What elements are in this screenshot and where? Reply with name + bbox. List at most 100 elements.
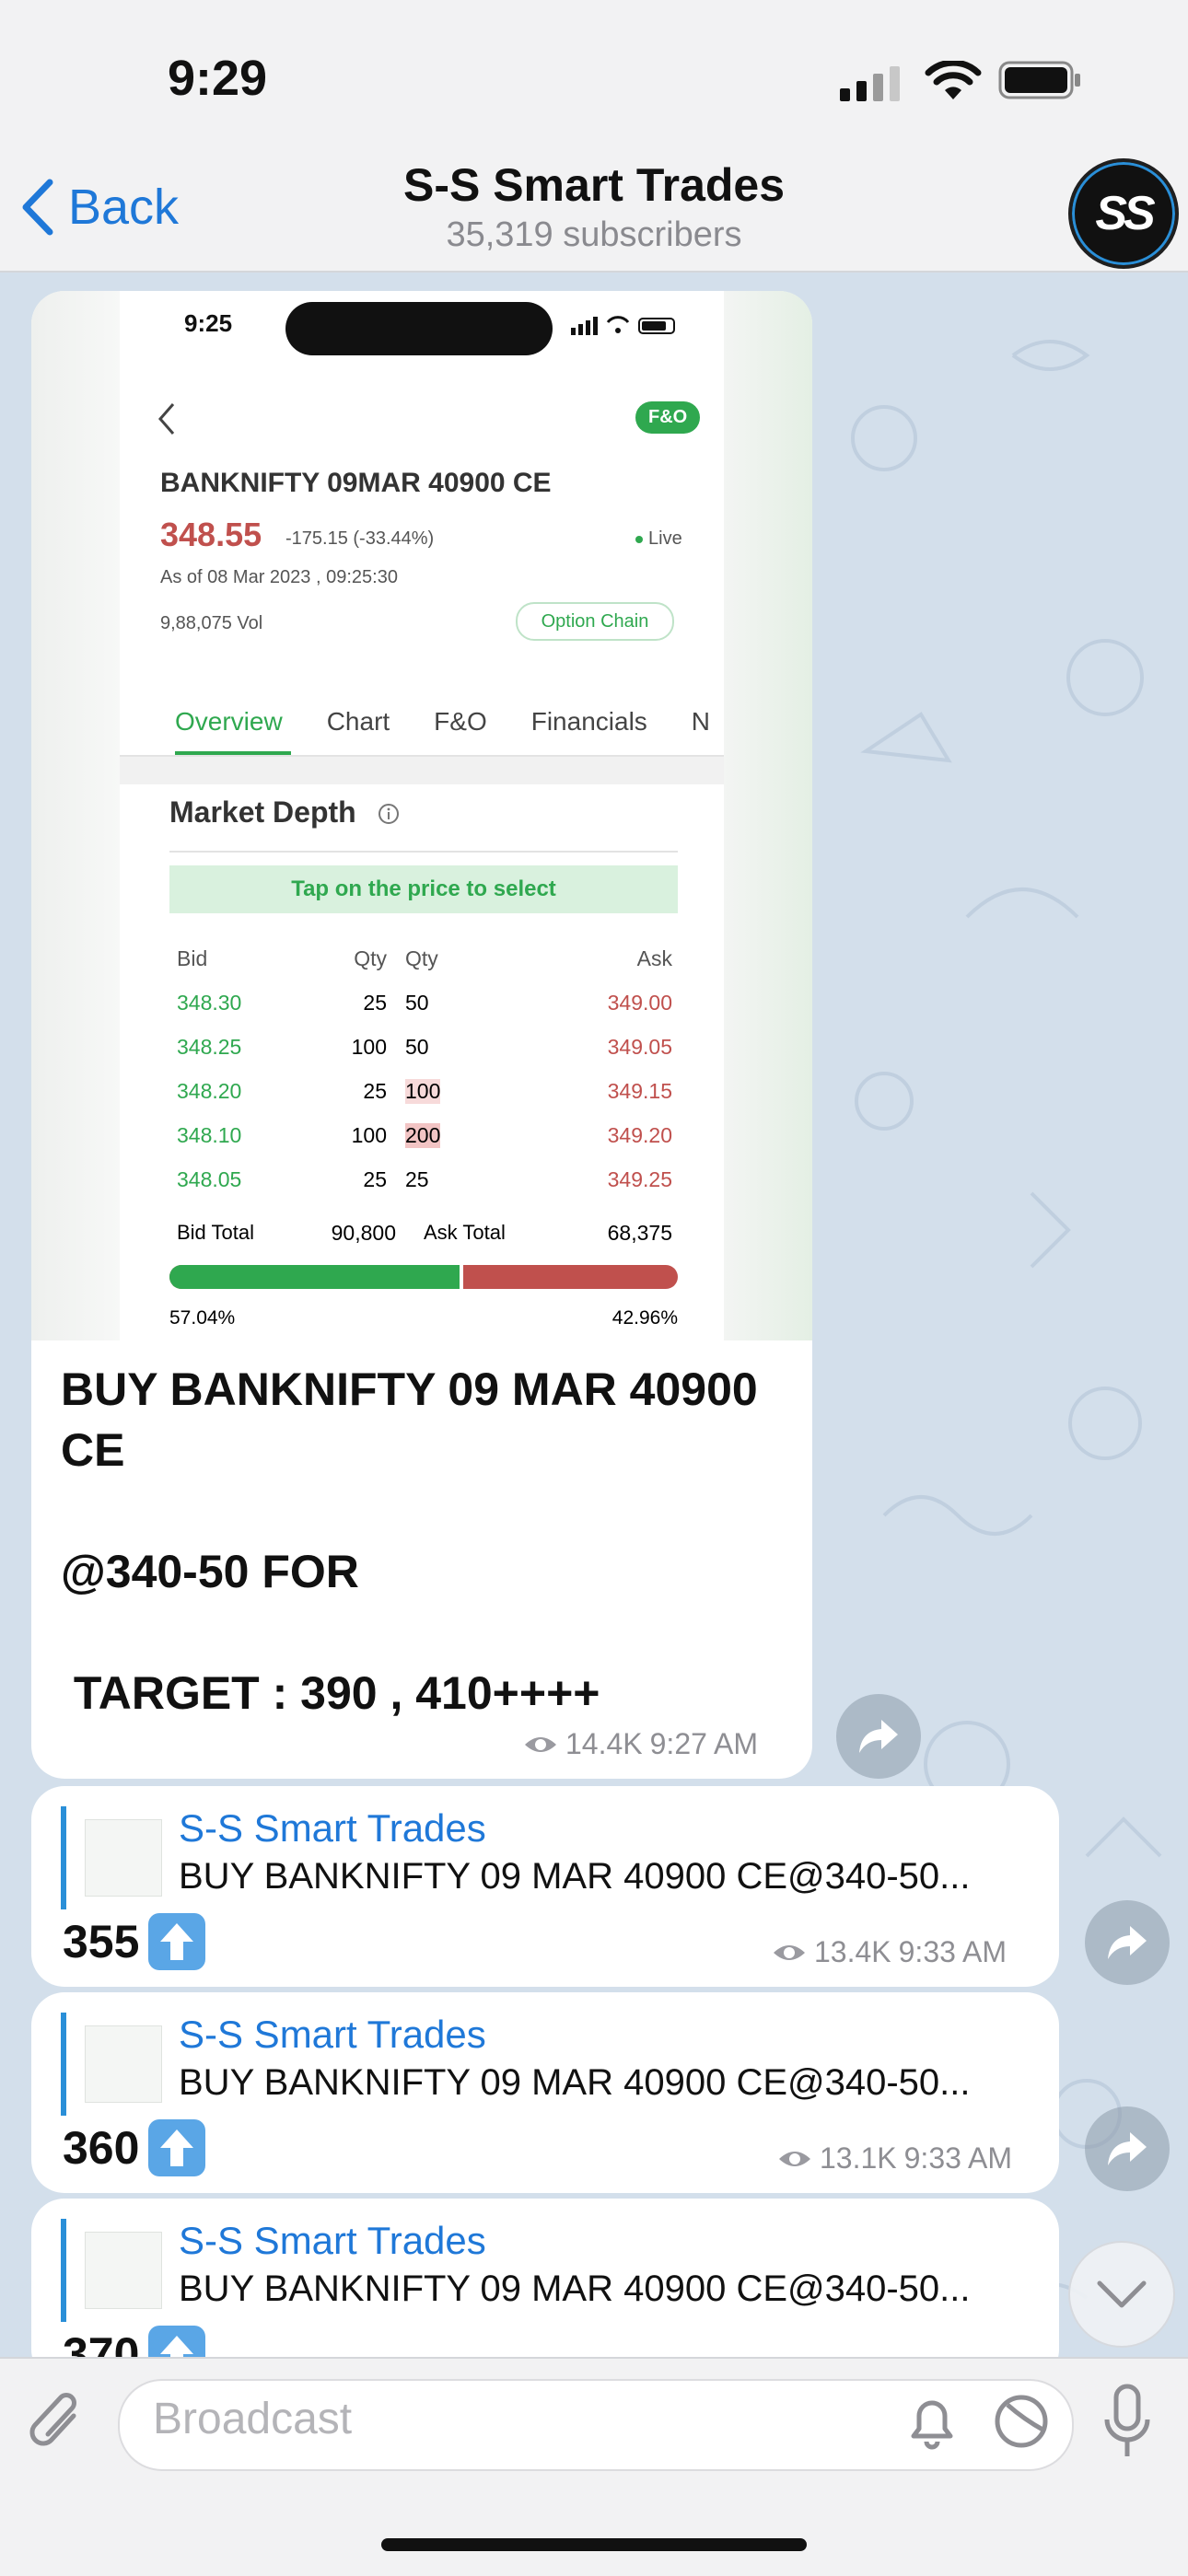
forward-icon xyxy=(1108,2132,1147,2165)
depth-header-bid: Bid xyxy=(177,946,208,970)
depth-ask: 349.05 xyxy=(607,1035,672,1059)
bid-percent: 57.04% xyxy=(169,1307,236,1329)
depth-ratio-bid-fill xyxy=(169,1265,463,1289)
shot-tab-fo: F&O xyxy=(434,707,487,736)
post-text-line2: CE xyxy=(61,1424,125,1476)
reply-value-text: 355 xyxy=(63,1916,140,1967)
quote-text: BUY BANKNIFTY 09 MAR 40900 CE@340-50... xyxy=(179,2062,971,2103)
reply-meta: 13.4K 9:33 AM xyxy=(772,1935,1007,1969)
reply-time: 9:33 AM xyxy=(898,1935,1007,1968)
forward-button[interactable] xyxy=(836,1694,921,1779)
option-chain-button: Option Chain xyxy=(516,602,674,641)
depth-ask-qty: 50 xyxy=(405,991,429,1015)
eye-icon xyxy=(525,1736,556,1752)
depth-ask: 349.25 xyxy=(607,1167,672,1191)
forward-icon xyxy=(1108,1926,1147,1959)
depth-bid: 348.30 xyxy=(177,991,242,1015)
quote-thumbnail xyxy=(85,1819,162,1897)
bid-total: 90,800 xyxy=(331,1221,396,1245)
reply-message[interactable]: S-S Smart Trades BUY BANKNIFTY 09 MAR 40… xyxy=(31,1786,1059,1987)
avatar-logo-text: SS xyxy=(1095,187,1155,240)
broadcast-placeholder: Broadcast xyxy=(153,2395,353,2443)
tap-hint: Tap on the price to select xyxy=(169,865,678,913)
depth-bid-qty: 100 xyxy=(351,1035,387,1059)
shot-price: 348.55 xyxy=(160,516,262,553)
eye-icon xyxy=(774,1944,805,1960)
depth-ask: 349.20 xyxy=(607,1123,672,1147)
sticker-icon[interactable] xyxy=(993,2392,1050,2451)
depth-bid-qty: 100 xyxy=(351,1123,387,1147)
reply-quote[interactable]: S-S Smart Trades BUY BANKNIFTY 09 MAR 40… xyxy=(61,1806,1042,1909)
scroll-down-icon xyxy=(1097,2280,1147,2308)
bid-total-label: Bid Total xyxy=(177,1221,254,1244)
bell-icon[interactable] xyxy=(904,2392,960,2453)
reply-value-text: 360 xyxy=(63,2122,140,2174)
ask-total: 68,375 xyxy=(607,1221,672,1245)
reply-message[interactable]: S-S Smart Trades BUY BANKNIFTY 09 MAR 40… xyxy=(31,1992,1059,2193)
reply-views: 13.1K xyxy=(820,2141,897,2175)
depth-bid: 348.20 xyxy=(177,1079,242,1103)
arrow-up-emoji xyxy=(148,2119,206,2176)
md-divider xyxy=(169,851,678,853)
live-dot xyxy=(635,535,643,543)
forward-icon xyxy=(859,1720,898,1753)
depth-ask-qty: 100 xyxy=(405,1079,441,1104)
channel-avatar[interactable]: SS xyxy=(1068,158,1179,269)
depth-header-bid-qty: Qty xyxy=(354,946,387,970)
depth-ask-qty: 200 xyxy=(405,1123,441,1148)
reply-meta: 13.1K 9:33 AM xyxy=(777,2141,1012,2176)
quote-channel-name: S-S Smart Trades xyxy=(179,1806,486,1850)
status-time: 9:29 xyxy=(168,51,268,106)
forward-button[interactable] xyxy=(1085,2106,1170,2191)
fo-badge: F&O xyxy=(635,401,701,434)
quote-thumbnail xyxy=(85,2025,162,2103)
channel-title[interactable]: S-S Smart Trades xyxy=(0,158,1188,212)
shot-back-icon xyxy=(158,403,175,435)
app-screenshot: 9:25 F&O BANKNIFTY 09MAR 40900 CE 348.55… xyxy=(120,291,724,1340)
depth-row: 348.25 100 50 349.05 xyxy=(120,1035,724,1072)
quote-text: BUY BANKNIFTY 09 MAR 40900 CE@340-50... xyxy=(179,2269,971,2309)
post-meta: 14.4K 9:27 AM xyxy=(523,1727,758,1761)
depth-row: 348.30 25 50 349.00 xyxy=(120,991,724,1027)
post-time: 9:27 AM xyxy=(649,1727,759,1760)
depth-bid: 348.10 xyxy=(177,1123,242,1147)
cellular-signal-icon xyxy=(840,66,900,101)
shot-status-icons xyxy=(571,316,675,335)
quote-channel-name: S-S Smart Trades xyxy=(179,2219,486,2262)
subscriber-count: 35,319 subscribers xyxy=(446,215,742,254)
depth-ask-qty: 25 xyxy=(405,1167,429,1191)
depth-bid: 348.05 xyxy=(177,1167,242,1191)
image-blur-left xyxy=(31,291,120,1340)
shot-tabs: Overview Chart F&O Financials N xyxy=(175,707,710,737)
reply-quote[interactable]: S-S Smart Trades BUY BANKNIFTY 09 MAR 40… xyxy=(61,2219,1042,2322)
reply-value: 360 xyxy=(63,2119,206,2176)
reply-message[interactable]: S-S Smart Trades BUY BANKNIFTY 09 MAR 40… xyxy=(31,2199,1059,2383)
arrow-up-icon xyxy=(160,2129,194,2166)
info-icon xyxy=(379,804,399,824)
depth-row: 348.05 25 25 349.25 xyxy=(120,1167,724,1204)
wifi-icon xyxy=(925,61,982,99)
ask-percent: 42.96% xyxy=(611,1307,678,1329)
depth-bid-qty: 25 xyxy=(363,991,387,1015)
quote-text: BUY BANKNIFTY 09 MAR 40900 CE@340-50... xyxy=(179,1856,971,1897)
reply-quote[interactable]: S-S Smart Trades BUY BANKNIFTY 09 MAR 40… xyxy=(61,2013,1042,2116)
mic-icon[interactable] xyxy=(1101,2383,1153,2466)
attach-icon[interactable] xyxy=(26,2388,92,2462)
live-label: Live xyxy=(648,528,682,549)
forward-button[interactable] xyxy=(1085,1900,1170,1985)
reply-value: 355 xyxy=(63,1913,206,1970)
shot-instrument: BANKNIFTY 09MAR 40900 CE xyxy=(160,468,552,498)
depth-header-ask: Ask xyxy=(636,946,672,970)
quote-channel-name: S-S Smart Trades xyxy=(179,2013,486,2056)
post-views: 14.4K xyxy=(565,1727,643,1760)
home-indicator xyxy=(381,2538,807,2551)
depth-bid-qty: 25 xyxy=(363,1167,387,1191)
depth-ask: 349.00 xyxy=(607,991,672,1015)
depth-row: 348.10 100 200 349.20 xyxy=(120,1123,724,1160)
scroll-down-button[interactable] xyxy=(1068,2241,1175,2348)
shot-change: -175.15 (-33.44%) xyxy=(285,528,435,549)
post-text-line3: @340-50 FOR xyxy=(61,1546,359,1597)
shot-tab-chart: Chart xyxy=(326,707,390,736)
post-image[interactable]: 9:25 F&O BANKNIFTY 09MAR 40900 CE 348.55… xyxy=(31,291,812,1340)
ask-total-label: Ask Total xyxy=(424,1221,506,1244)
